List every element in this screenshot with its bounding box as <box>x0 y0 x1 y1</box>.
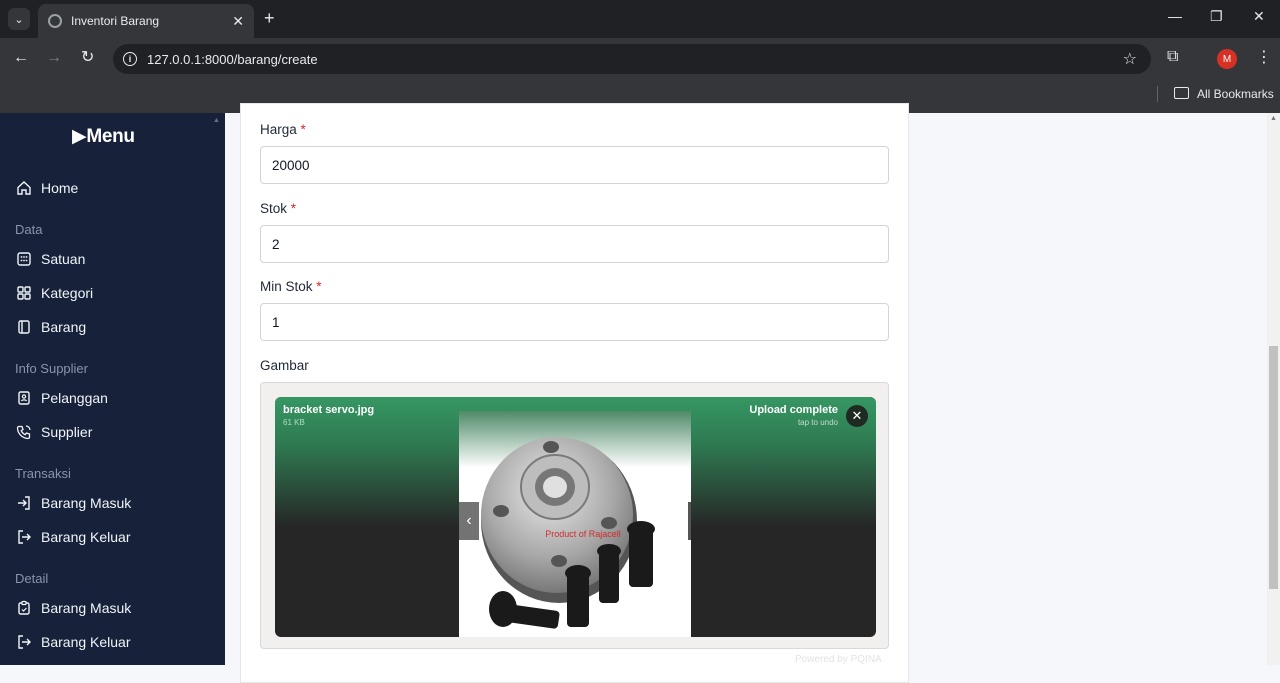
sidebar-item-detail-barang-masuk[interactable]: Barang Masuk <box>16 600 131 616</box>
clipboard-in-icon <box>16 600 32 616</box>
next-arrow-edge[interactable] <box>688 502 691 540</box>
calculator-icon <box>16 251 32 267</box>
sidebar-item-label: Pelanggan <box>41 390 108 406</box>
url-text: 127.0.0.1:8000/barang/create <box>147 51 318 67</box>
sidebar-item-label: Barang Keluar <box>41 634 131 650</box>
uploaded-file-item: Product of Rajacell bracket servo.jpg 61… <box>275 397 876 637</box>
browser-tab[interactable]: Inventori Barang ✕ <box>38 4 254 38</box>
back-icon[interactable]: ← <box>13 49 29 67</box>
sidebar-item-label: Barang Keluar <box>41 529 131 545</box>
main-content: Harga * 20000 Stok * 2 Min Stok * 1 Gamb… <box>225 103 1267 683</box>
reload-icon[interactable]: ↻ <box>81 49 94 67</box>
book-icon <box>16 319 32 335</box>
sidebar-item-label: Barang <box>41 319 87 335</box>
minimize-icon[interactable]: — <box>1168 8 1182 24</box>
category-grid-icon <box>16 285 32 301</box>
sidebar-item-label: Home <box>41 180 79 196</box>
stok-label: Stok * <box>260 201 297 216</box>
sidebar: ▶Menu ▲ Home Data Satuan Kategori Barang… <box>0 113 225 665</box>
site-info-icon[interactable]: i <box>123 52 137 66</box>
sidebar-item-home[interactable]: Home <box>16 180 78 196</box>
address-book-icon <box>16 390 32 406</box>
image-preview: Product of Rajacell <box>459 411 691 637</box>
sidebar-item-label: Kategori <box>41 285 94 301</box>
harga-label: Harga * <box>260 122 306 137</box>
extensions-icon[interactable]: ⧉ <box>1167 48 1178 66</box>
sidebar-brand[interactable]: ▶Menu <box>72 125 135 148</box>
sidebar-item-satuan[interactable]: Satuan <box>16 251 85 267</box>
new-tab-icon[interactable]: + <box>264 8 275 28</box>
bookmarks-divider <box>1157 86 1158 102</box>
close-tab-icon[interactable]: ✕ <box>232 13 244 30</box>
powered-by-link[interactable]: Powered by PQINA <box>795 654 882 665</box>
sidebar-section-data: Data <box>15 222 43 237</box>
close-window-icon[interactable]: ✕ <box>1253 8 1265 25</box>
file-size: 61 KB <box>283 418 305 427</box>
image-watermark: Product of Rajacell <box>545 529 621 539</box>
sidebar-item-pelanggan[interactable]: Pelanggan <box>16 390 108 406</box>
sidebar-item-label: Supplier <box>41 424 93 440</box>
brand-logo-icon: ▶ <box>72 126 87 147</box>
sidebar-section-info-supplier: Info Supplier <box>15 361 88 376</box>
remove-file-button[interactable]: ✕ <box>846 405 868 427</box>
tab-title: Inventori Barang <box>71 14 160 28</box>
folder-icon <box>1174 87 1189 99</box>
bookmark-star-icon[interactable]: ☆ <box>1123 49 1137 69</box>
file-name: bracket servo.jpg <box>283 404 375 416</box>
login-icon <box>16 495 32 511</box>
gambar-label: Gambar <box>260 358 309 373</box>
sidebar-item-label: Barang Masuk <box>41 600 132 616</box>
min-stok-input[interactable]: 1 <box>260 303 889 341</box>
logout-icon <box>16 529 32 545</box>
sidebar-item-kategori[interactable]: Kategori <box>16 285 93 301</box>
undo-hint[interactable]: tap to undo <box>798 418 838 427</box>
browser-toolbar: ← → ↻ i 127.0.0.1:8000/barang/create ☆ <box>0 38 1280 80</box>
sidebar-item-barang[interactable]: Barang <box>16 319 86 335</box>
required-mark: * <box>316 279 322 294</box>
min-stok-label: Min Stok * <box>260 279 322 294</box>
scrollbar-thumb[interactable] <box>1269 346 1278 589</box>
sidebar-item-label: Satuan <box>41 251 86 267</box>
home-icon <box>16 180 32 196</box>
address-bar[interactable]: i 127.0.0.1:8000/barang/create ☆ <box>113 44 1151 74</box>
scroll-up-icon[interactable]: ▲ <box>213 117 220 124</box>
close-icon: ✕ <box>851 408 863 423</box>
logout-icon <box>16 634 32 650</box>
tab-search-icon[interactable]: ⌄ <box>8 8 30 30</box>
sidebar-section-detail: Detail <box>15 571 49 586</box>
harga-input[interactable]: 20000 <box>260 146 889 184</box>
sidebar-item-barang-keluar[interactable]: Barang Keluar <box>16 529 131 545</box>
sidebar-item-label: Barang Masuk <box>41 495 132 511</box>
required-mark: * <box>290 201 297 216</box>
scroll-up-icon[interactable]: ▲ <box>1270 115 1277 122</box>
image-upload-dropzone[interactable]: Product of Rajacell bracket servo.jpg 61… <box>260 382 889 649</box>
sidebar-section-transaksi: Transaksi <box>15 466 71 481</box>
stok-input[interactable]: 2 <box>260 225 889 263</box>
profile-avatar[interactable]: M <box>1217 49 1237 69</box>
forward-icon[interactable]: → <box>46 49 62 67</box>
required-mark: * <box>300 122 306 137</box>
restore-icon[interactable]: ❐ <box>1210 8 1223 25</box>
sidebar-item-supplier[interactable]: Supplier <box>16 424 92 440</box>
phone-call-icon <box>16 424 32 440</box>
sidebar-item-detail-barang-keluar[interactable]: Barang Keluar <box>16 634 131 650</box>
upload-status: Upload complete <box>749 404 838 416</box>
menu-kebab-icon[interactable]: ⋮ <box>1256 47 1272 67</box>
browser-tab-strip: ⌄ Inventori Barang ✕ + — ❐ ✕ <box>0 0 1280 38</box>
chevron-left-icon[interactable]: ‹ <box>459 502 479 540</box>
all-bookmarks-link[interactable]: All Bookmarks <box>1197 87 1274 101</box>
globe-icon <box>48 14 62 28</box>
servo-bracket-photo: Product of Rajacell <box>459 411 691 637</box>
sidebar-item-barang-masuk[interactable]: Barang Masuk <box>16 495 131 511</box>
page-scrollbar[interactable]: ▲ <box>1267 113 1280 665</box>
